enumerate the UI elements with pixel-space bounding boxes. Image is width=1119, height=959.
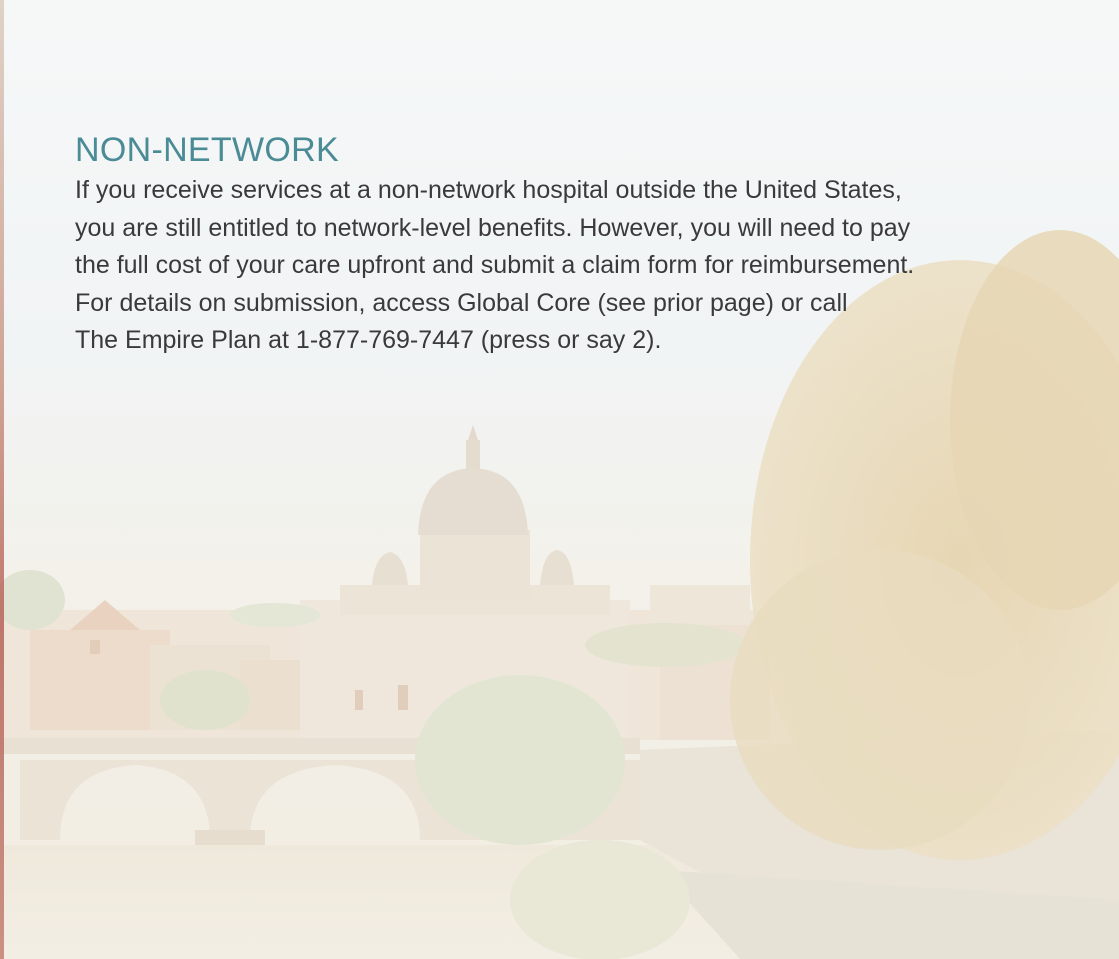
section-heading: NON-NETWORK (75, 131, 339, 169)
non-network-section: NON-NETWORK If you receive services at a… (75, 128, 1065, 360)
body-line: If you receive services at a non-network… (75, 176, 902, 204)
body-line: the full cost of your care upfront and s… (75, 251, 915, 279)
document-page: NON-NETWORK If you receive services at a… (0, 0, 1119, 959)
section-body: If you receive services at a non-network… (75, 172, 1065, 360)
body-line: you are still entitled to network-level … (75, 213, 911, 242)
body-line: For details on submission, access Global… (75, 288, 848, 317)
body-line: The Empire Plan at 1-877-769-7447 (press… (75, 326, 662, 354)
left-edge-strip (0, 0, 4, 959)
